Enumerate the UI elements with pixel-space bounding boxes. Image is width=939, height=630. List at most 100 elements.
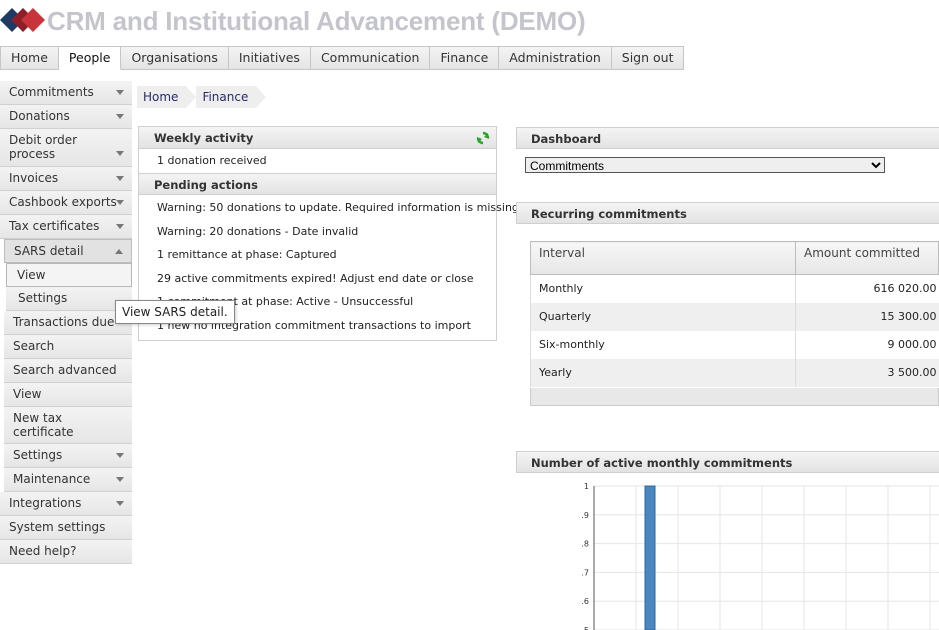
chart-y-tick-label: .5 xyxy=(581,626,589,630)
sidebar-item-label: SARS detail xyxy=(14,244,84,258)
dashboard-select[interactable]: Commitments xyxy=(525,157,885,173)
sidebar-item-commitments-0[interactable]: Commitments xyxy=(0,81,132,105)
column-header-amount[interactable]: Amount committed xyxy=(795,241,939,275)
sidebar-item-settings-14[interactable]: Settings xyxy=(4,444,132,468)
column-header-interval[interactable]: Interval xyxy=(530,241,796,275)
sidebar-item-label: Search advanced xyxy=(13,363,117,377)
tab-organisations[interactable]: Organisations xyxy=(121,46,229,70)
pending-action-item[interactable]: Warning: 50 donations to update. Require… xyxy=(139,196,522,220)
sidebar-item-search-10[interactable]: Search xyxy=(4,335,132,359)
amount-cell: 616 020.00 xyxy=(795,274,939,303)
dashboard-header: Dashboard xyxy=(516,127,939,149)
chart-y-tick-label: .8 xyxy=(581,540,589,549)
table-footer xyxy=(530,388,939,406)
sidebar-item-system-settings-17[interactable]: System settings xyxy=(0,516,132,540)
sidebar-item-label: Need help? xyxy=(9,544,77,558)
chevron-down-icon[interactable] xyxy=(116,501,124,506)
sidebar-item-label: Settings xyxy=(18,291,68,305)
sidebar-item-label: View xyxy=(13,387,42,401)
chart-bar[interactable] xyxy=(644,485,656,630)
sidebar-item-donations-1[interactable]: Donations xyxy=(0,105,132,129)
tab-initiatives[interactable]: Initiatives xyxy=(228,46,311,70)
interval-cell: Six-monthly xyxy=(530,330,796,359)
sidebar-item-view-12[interactable]: View xyxy=(4,383,132,407)
amount-cell: 3 500.00 xyxy=(795,358,939,387)
table-row[interactable]: Yearly 3 500.00 xyxy=(530,358,939,387)
amount-cell: 9 000.00 xyxy=(795,330,939,359)
chart-header: Number of active monthly commitments xyxy=(516,451,939,473)
breadcrumb: Home Finance xyxy=(137,86,267,108)
tab-people[interactable]: People xyxy=(58,46,122,70)
tab-finance[interactable]: Finance xyxy=(430,46,500,70)
sidebar-item-label: View xyxy=(17,268,46,282)
sidebar-item-integrations-16[interactable]: Integrations xyxy=(0,492,132,516)
sidebar-item-transactions-due-9[interactable]: Transactions due xyxy=(4,311,132,335)
sidebar-item-label: New tax certificate xyxy=(13,411,74,439)
chevron-down-icon[interactable] xyxy=(116,176,124,181)
chart-y-tick-label: 1 xyxy=(584,482,589,491)
chevron-down-icon[interactable] xyxy=(116,90,124,95)
table-row[interactable]: Monthly 616 020.00 xyxy=(530,274,939,303)
sidebar-item-search-advanced-11[interactable]: Search advanced xyxy=(4,359,132,383)
sidebar-item-label: Search xyxy=(13,339,55,353)
sidebar-item-label: Tax certificates xyxy=(9,219,100,233)
chevron-down-icon[interactable] xyxy=(116,200,124,205)
pending-actions-header: Pending actions xyxy=(139,173,496,195)
tab-home[interactable]: Home xyxy=(0,46,59,70)
sidebar-item-sars-detail-6[interactable]: SARS detail xyxy=(4,239,132,263)
sidebar-item-label: Donations xyxy=(9,109,70,123)
sidebar-item-view-7[interactable]: View xyxy=(6,263,132,287)
pending-action-item[interactable]: Warning: 20 donations - Date invalid xyxy=(139,220,496,244)
app-title: CRM and Institutional Advancement (DEMO) xyxy=(47,6,586,36)
chevron-up-icon[interactable] xyxy=(115,249,123,254)
chevron-down-icon[interactable] xyxy=(116,453,124,458)
pending-actions-title: Pending actions xyxy=(154,178,258,192)
amount-cell: 15 300.00 xyxy=(795,302,939,331)
weekly-item: 1 donation received xyxy=(157,154,267,167)
tab-sign-out[interactable]: Sign out xyxy=(611,46,685,70)
chevron-down-icon[interactable] xyxy=(116,477,124,482)
sidebar-item-label: Cashbook exports xyxy=(9,195,117,209)
recurring-commitments-table: Interval Amount committed Monthly 616 020… xyxy=(530,241,939,387)
interval-cell: Quarterly xyxy=(530,302,796,331)
tab-administration[interactable]: Administration xyxy=(499,46,612,70)
sidebar-item-need-help--18[interactable]: Need help? xyxy=(0,540,132,564)
sidebar-item-label: System settings xyxy=(9,520,106,534)
chart-y-tick-label: .6 xyxy=(581,597,589,606)
chart-y-tick-label: .7 xyxy=(581,568,589,577)
weekly-activity-title: Weekly activity xyxy=(154,131,254,145)
sidebar-item-cashbook-exports-4[interactable]: Cashbook exports xyxy=(0,191,132,215)
tab-communication[interactable]: Communication xyxy=(310,46,431,70)
sidebar-item-maintenance-15[interactable]: Maintenance xyxy=(4,468,132,492)
sidebar-item-label: Commitments xyxy=(9,85,94,99)
weekly-activity-header: Weekly activity xyxy=(139,127,496,149)
top-navigation: Home People Organisations Initiatives Commun… xyxy=(0,46,685,70)
recurring-commitments-header: Recurring commitments xyxy=(516,202,939,224)
refresh-icon[interactable] xyxy=(476,131,490,145)
sidebar-item-label: Transactions due xyxy=(13,315,115,329)
sidebar-item-debit-order-process-2[interactable]: Debit order process xyxy=(0,129,132,167)
sidebar-item-settings-8[interactable]: Settings xyxy=(6,287,132,311)
sidebar-item-tax-certificates-5[interactable]: Tax certificates xyxy=(0,215,132,239)
sidebar-menu: Commitments Donations Debit order process I… xyxy=(0,81,132,564)
tooltip: View SARS detail. xyxy=(115,300,235,324)
sidebar-item-label: Invoices xyxy=(9,171,59,185)
chevron-down-icon[interactable] xyxy=(116,224,124,229)
sidebar-item-new-tax-certificate-13[interactable]: New tax certificate xyxy=(4,407,132,444)
pending-action-item[interactable]: 29 active commitments expired! Adjust en… xyxy=(139,267,496,291)
interval-cell: Monthly xyxy=(530,274,796,303)
sidebar-item-label: Settings xyxy=(13,448,63,462)
sidebar-item-label: Integrations xyxy=(9,496,82,510)
table-row[interactable]: Six-monthly 9 000.00 xyxy=(530,330,939,359)
pending-action-item[interactable]: 1 remittance at phase: Captured xyxy=(139,243,496,267)
table-row[interactable]: Quarterly 15 300.00 xyxy=(530,302,939,331)
active-commitments-chart: 1 .9 .8 .7 .6 .5 xyxy=(581,482,939,630)
chevron-down-icon[interactable] xyxy=(116,114,124,119)
interval-cell: Yearly xyxy=(530,358,796,387)
breadcrumb-home[interactable]: Home xyxy=(137,86,197,108)
breadcrumb-finance[interactable]: Finance xyxy=(196,86,267,108)
chevron-down-icon[interactable] xyxy=(116,151,124,156)
sidebar-item-label: Debit order process xyxy=(9,133,78,161)
crm-logo-icon xyxy=(0,8,45,32)
sidebar-item-invoices-3[interactable]: Invoices xyxy=(0,167,132,191)
